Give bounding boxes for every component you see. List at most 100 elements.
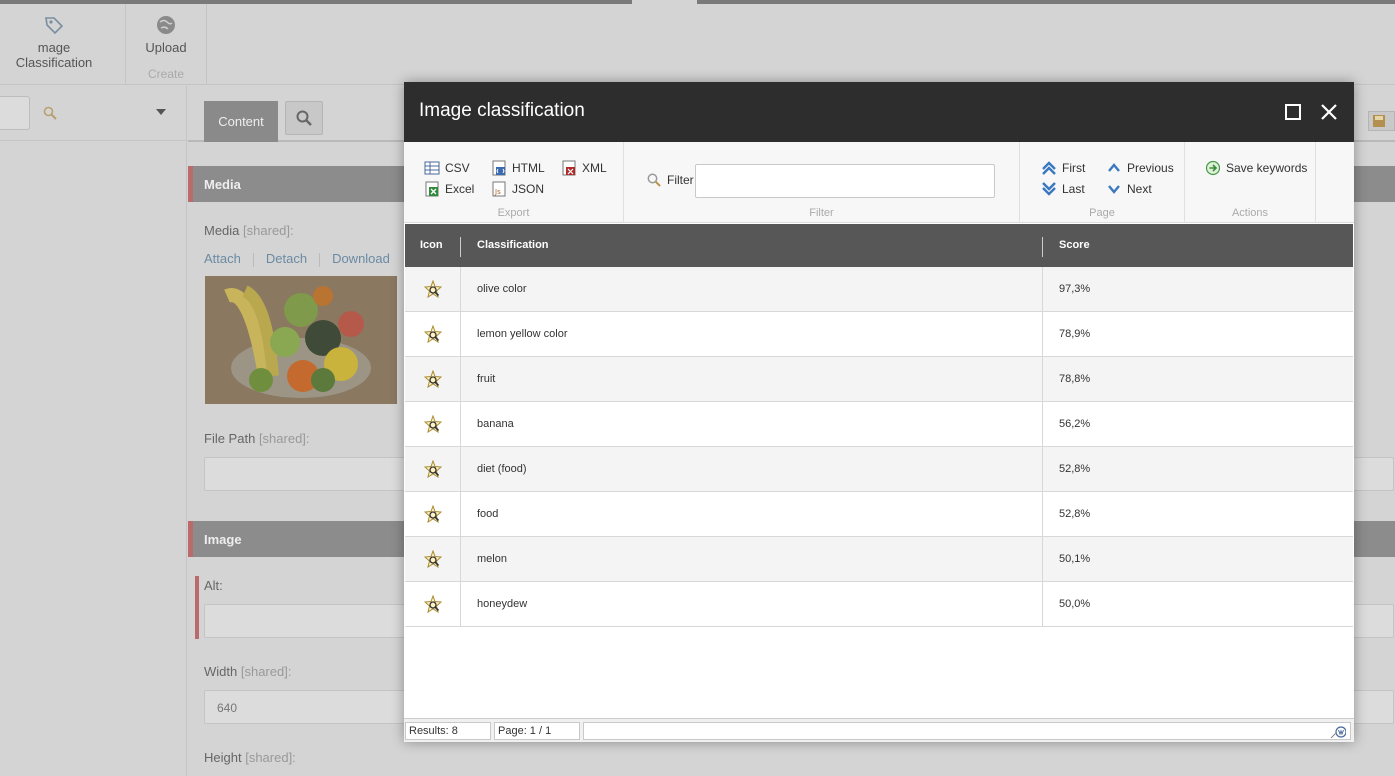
first-page-button[interactable]: First xyxy=(1041,160,1085,176)
row-icon-cell xyxy=(405,402,461,446)
star-magnifier-icon xyxy=(423,415,442,433)
image-classification-label: mage Classification xyxy=(15,40,93,70)
table-row[interactable]: diet (food) 52,8% xyxy=(405,447,1353,492)
close-icon[interactable] xyxy=(1319,102,1339,122)
csv-icon xyxy=(424,161,440,175)
height-label: Height xyxy=(204,750,242,765)
cell-divider xyxy=(1042,447,1043,491)
table-row[interactable]: melon 50,1% xyxy=(405,537,1353,582)
download-link[interactable]: Download xyxy=(332,251,390,266)
export-group-label: Export xyxy=(497,207,530,219)
last-label: Last xyxy=(1062,182,1085,196)
html-label: HTML xyxy=(512,161,545,175)
star-magnifier-icon xyxy=(423,370,442,388)
column-header-classification[interactable]: Classification xyxy=(477,239,549,251)
save-keywords-button[interactable]: Save keywords xyxy=(1205,160,1307,176)
attach-link[interactable]: Attach xyxy=(204,251,241,266)
media-label: Media xyxy=(204,223,240,238)
row-icon-cell xyxy=(405,537,461,581)
export-xml-button[interactable]: XML xyxy=(561,160,607,176)
save-dropdown-button[interactable] xyxy=(1368,111,1395,131)
classification-cell: melon xyxy=(477,553,507,565)
ribbon-separator xyxy=(206,4,207,84)
fruit-bowl-image xyxy=(205,276,397,404)
filter-input[interactable] xyxy=(695,164,995,198)
double-chevron-down-icon xyxy=(1042,182,1056,196)
last-page-button[interactable]: Last xyxy=(1041,181,1085,197)
excel-label: Excel xyxy=(445,182,475,196)
search-tab-button[interactable] xyxy=(285,101,323,135)
cell-divider xyxy=(1042,537,1043,581)
table-row[interactable]: honeydew 50,0% xyxy=(405,582,1353,627)
shared-tag: [shared]: xyxy=(240,664,292,679)
divider xyxy=(0,140,187,141)
image-classification-dialog: Image classification CSV Excel HTML Js J… xyxy=(404,82,1354,742)
column-separator[interactable] xyxy=(460,237,461,257)
json-label: JSON xyxy=(512,182,545,196)
disk-icon xyxy=(1373,115,1385,127)
resize-grip-icon[interactable] xyxy=(1330,723,1346,739)
save-keywords-label: Save keywords xyxy=(1226,161,1308,175)
row-icon-cell xyxy=(405,492,461,536)
row-icon-cell xyxy=(405,357,461,401)
score-cell: 56,2% xyxy=(1059,418,1091,430)
upload-button[interactable]: Upload xyxy=(140,14,192,55)
dialog-ribbon: CSV Excel HTML Js JSON XML Export Filter… xyxy=(404,142,1354,223)
score-cell: 78,9% xyxy=(1059,328,1091,340)
table-row[interactable]: banana 56,2% xyxy=(405,402,1353,447)
dialog-title-bar: Image classification xyxy=(404,82,1354,142)
table-row[interactable]: fruit 78,8% xyxy=(405,357,1353,402)
image-classification-button[interactable]: mage Classification xyxy=(0,14,110,70)
next-page-button[interactable]: Next xyxy=(1106,181,1152,197)
dialog-title: Image classification xyxy=(419,100,585,121)
svg-text:Js: Js xyxy=(494,188,501,196)
file-path-field-label: File Path [shared]: xyxy=(204,431,310,446)
grid-body: olive color 97,3% lemon yellow color 78,… xyxy=(405,267,1353,627)
html-icon xyxy=(492,160,506,176)
media-field-label: Media [shared]: xyxy=(204,223,294,238)
score-cell: 52,8% xyxy=(1059,463,1091,475)
globe-upload-icon xyxy=(157,16,175,34)
classification-cell: olive color xyxy=(477,283,527,295)
create-group-label: Create xyxy=(148,67,185,81)
score-cell: 50,0% xyxy=(1059,598,1091,610)
width-field-label: Width [shared]: xyxy=(204,664,291,679)
star-magnifier-icon xyxy=(423,550,442,568)
table-row[interactable]: lemon yellow color 78,9% xyxy=(405,312,1353,357)
excel-icon xyxy=(425,181,439,197)
table-row[interactable]: olive color 97,3% xyxy=(405,267,1353,312)
table-row[interactable]: food 52,8% xyxy=(405,492,1353,537)
media-thumbnail[interactable] xyxy=(205,276,397,404)
shared-tag: [shared]: xyxy=(243,223,294,238)
classification-cell: honeydew xyxy=(477,598,528,610)
chevron-down-icon[interactable] xyxy=(155,108,167,116)
width-label: Width xyxy=(204,664,238,679)
classification-cell: lemon yellow color xyxy=(477,328,568,340)
cell-divider xyxy=(1042,582,1043,626)
export-excel-button[interactable]: Excel xyxy=(424,181,474,197)
export-json-button[interactable]: Js JSON xyxy=(491,181,544,197)
height-field-label: Height [shared]: xyxy=(204,750,296,765)
search-icon[interactable] xyxy=(42,105,58,121)
star-magnifier-icon xyxy=(423,595,442,613)
maximize-button[interactable] xyxy=(1285,104,1301,120)
divider xyxy=(252,252,254,267)
detach-link[interactable]: Detach xyxy=(266,251,307,266)
ribbon: mage Classification Upload Create xyxy=(0,0,1395,85)
required-indicator xyxy=(195,576,199,639)
status-bar: Results: 8 Page: 1 / 1 xyxy=(404,718,1354,742)
filter-label-wrap: Filter xyxy=(646,172,694,188)
column-header-icon[interactable]: Icon xyxy=(420,239,443,251)
row-icon-cell xyxy=(405,312,461,356)
tab-content[interactable]: Content xyxy=(204,101,278,142)
export-html-button[interactable]: HTML xyxy=(491,160,545,176)
xml-icon xyxy=(562,160,576,176)
export-csv-button[interactable]: CSV xyxy=(424,160,470,176)
column-header-score[interactable]: Score xyxy=(1059,239,1090,251)
json-icon: Js xyxy=(492,181,506,197)
previous-page-button[interactable]: Previous xyxy=(1106,160,1174,176)
tree-search-input[interactable] xyxy=(0,96,30,130)
search-icon xyxy=(296,110,312,126)
column-separator[interactable] xyxy=(1042,237,1043,257)
xml-label: XML xyxy=(582,161,607,175)
